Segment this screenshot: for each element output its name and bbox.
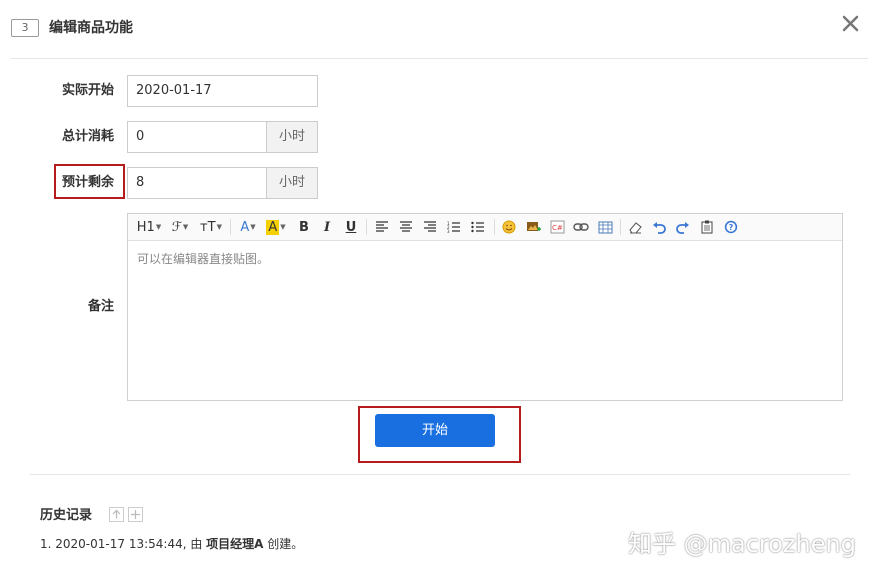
chevron-down-icon: ▼: [182, 223, 189, 231]
ordered-list-button[interactable]: 123: [445, 217, 463, 237]
emoji-button[interactable]: [500, 217, 518, 237]
chevron-down-icon: ▼: [280, 223, 286, 231]
arrow-up-icon: [112, 509, 121, 519]
underline-icon: U: [345, 219, 357, 235]
remark-label: 备注: [87, 299, 114, 314]
undo-icon: [653, 221, 666, 234]
smiley-icon: [502, 220, 516, 234]
insert-table-button[interactable]: [596, 217, 614, 237]
font-size-dropdown[interactable]: тT ▼: [198, 217, 224, 237]
link-icon: [573, 223, 589, 231]
bold-icon: B: [299, 219, 309, 235]
template-button[interactable]: [698, 217, 716, 237]
font-color-dropdown[interactable]: A ▼: [237, 217, 259, 237]
estimated-left-unit: 小时: [266, 167, 318, 199]
insert-code-button[interactable]: C#: [548, 217, 566, 237]
font-color-icon: A: [240, 219, 250, 235]
section-divider: [30, 474, 850, 475]
redo-button[interactable]: [674, 217, 692, 237]
chevron-down-icon: ▼: [155, 223, 162, 231]
help-button[interactable]: ?: [722, 217, 740, 237]
align-center-button[interactable]: [397, 217, 415, 237]
history-entry-action: 创建。: [263, 537, 304, 551]
align-right-button[interactable]: [421, 217, 439, 237]
dialog-title: 编辑商品功能: [49, 20, 133, 36]
svg-text:?: ?: [729, 223, 734, 232]
align-right-icon: [424, 221, 436, 232]
editor-toolbar: H1 ▼ ℱ ▼ тT ▼ A ▼ A ▼ B I U 123 C# ?: [128, 214, 842, 241]
plus-icon: [131, 510, 140, 519]
highlight-color-icon: A: [266, 219, 280, 235]
font-icon: ℱ: [171, 219, 182, 235]
heading-dropdown[interactable]: H1 ▼: [136, 217, 162, 237]
bullet-list-icon: [471, 221, 484, 233]
align-left-icon: [376, 221, 388, 232]
underline-button[interactable]: U: [343, 217, 359, 237]
bg-color-dropdown[interactable]: A ▼: [264, 217, 288, 237]
ordered-list-icon: 123: [447, 221, 460, 233]
actual-start-label: 实际开始: [61, 83, 114, 98]
estimated-left-label: 预计剩余: [61, 175, 114, 190]
editor-placeholder: 可以在编辑器直接贴图。: [137, 252, 270, 266]
svg-text:C#: C#: [552, 224, 563, 232]
history-entry-actor: 项目经理A: [206, 537, 264, 551]
history-entry-time: 1. 2020-01-17 13:54:44, 由: [40, 537, 207, 551]
chevron-down-icon: ▼: [216, 223, 222, 231]
close-button[interactable]: [838, 11, 864, 37]
svg-text:3: 3: [447, 229, 450, 233]
code-icon: C#: [550, 220, 564, 234]
history-collapse-button[interactable]: [109, 507, 124, 522]
italic-button[interactable]: I: [319, 217, 335, 237]
history-title: 历史记录: [40, 508, 93, 523]
undo-button[interactable]: [650, 217, 668, 237]
help-icon: ?: [724, 220, 738, 234]
total-consumed-unit: 小时: [266, 121, 318, 153]
bullet-list-button[interactable]: [469, 217, 487, 237]
table-icon: [598, 221, 612, 233]
toolbar-separator: [230, 219, 231, 235]
eraser-icon: [628, 221, 642, 233]
estimated-left-input[interactable]: 8: [127, 167, 267, 199]
insert-link-button[interactable]: [572, 217, 590, 237]
dialog-header: 3 编辑商品功能: [0, 0, 889, 58]
font-family-dropdown[interactable]: ℱ ▼: [168, 217, 192, 237]
redo-icon: [676, 221, 689, 234]
toolbar-separator: [620, 219, 621, 235]
clipboard-icon: [701, 220, 712, 234]
close-icon: [842, 15, 859, 32]
clear-format-button[interactable]: [626, 217, 644, 237]
toolbar-separator: [494, 219, 495, 235]
heading-label: H1: [136, 219, 155, 235]
align-center-icon: [400, 221, 412, 232]
header-divider: [11, 58, 868, 59]
actual-start-input[interactable]: 2020-01-17: [127, 75, 318, 107]
align-left-button[interactable]: [373, 217, 391, 237]
history-entry: 1. 2020-01-17 13:54:44, 由 项目经理A 创建。: [40, 535, 303, 553]
watermark: 知乎 @macrozheng: [628, 530, 856, 558]
chevron-down-icon: ▼: [250, 223, 256, 231]
italic-icon: I: [323, 219, 331, 235]
start-button[interactable]: 开始: [375, 414, 495, 447]
toolbar-separator: [366, 219, 367, 235]
image-icon: [526, 222, 541, 231]
bold-button[interactable]: B: [296, 217, 312, 237]
rich-text-editor[interactable]: H1 ▼ ℱ ▼ тT ▼ A ▼ A ▼ B I U 123 C# ? 可以在…: [127, 213, 843, 401]
history-expand-button[interactable]: [128, 507, 143, 522]
task-id-badge: 3: [11, 19, 39, 37]
total-consumed-label: 总计消耗: [61, 129, 114, 144]
insert-image-button[interactable]: [524, 217, 542, 237]
font-size-icon: тT: [200, 219, 216, 235]
total-consumed-input[interactable]: 0: [127, 121, 267, 153]
